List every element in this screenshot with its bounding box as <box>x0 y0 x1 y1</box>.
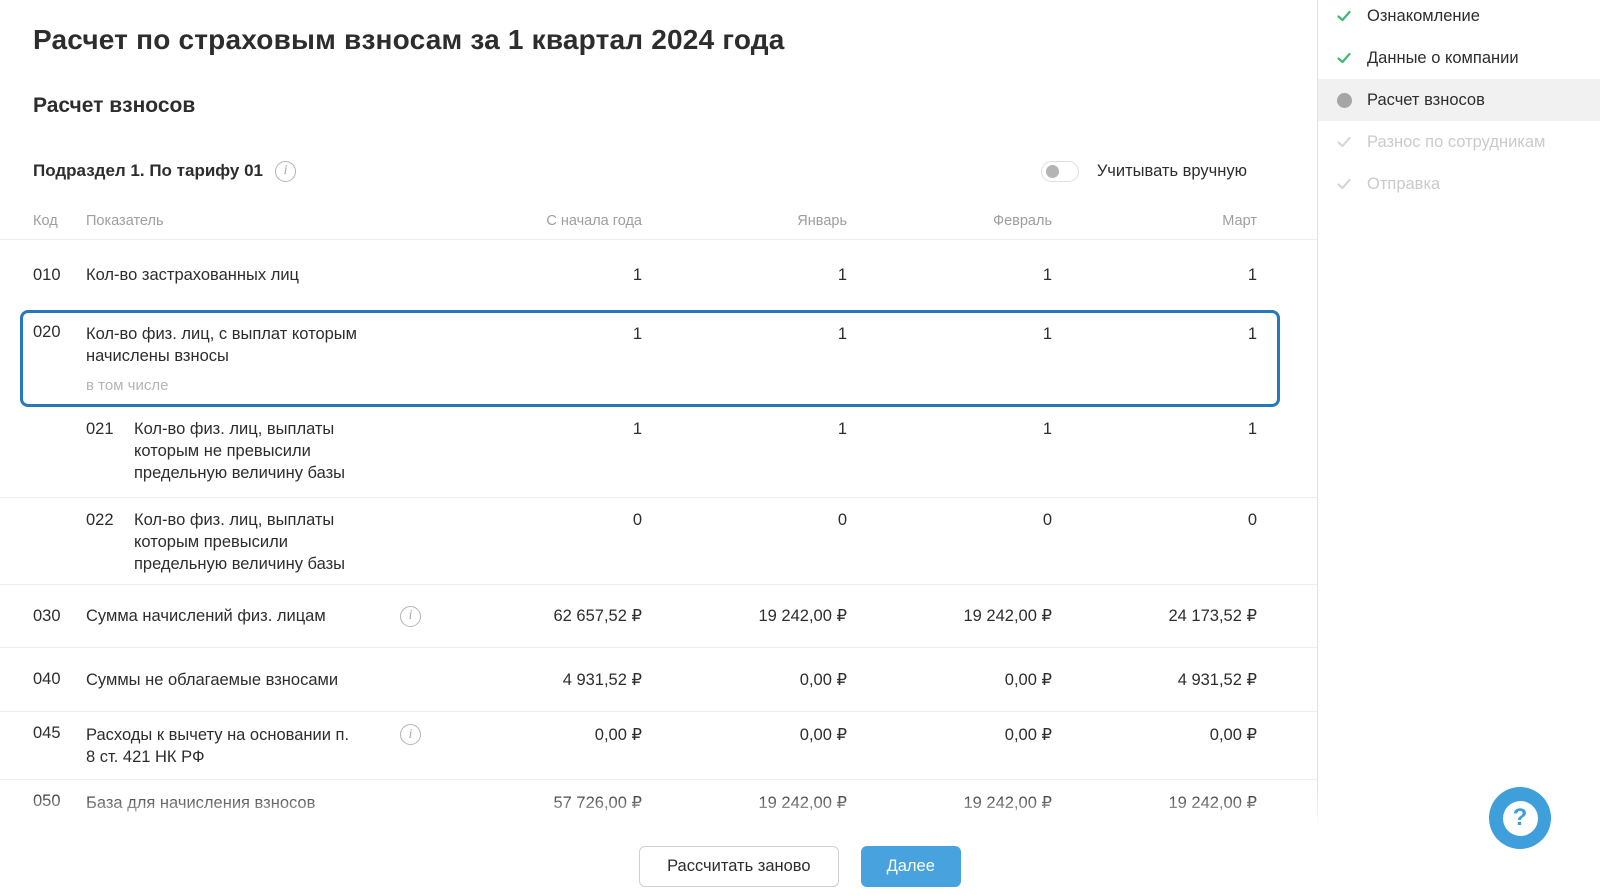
value-ytd: 1 <box>632 420 642 438</box>
value-ytd: 1 <box>632 266 642 284</box>
value-march: 0 <box>1247 511 1257 529</box>
row-code: 040 <box>33 670 61 688</box>
step-submission: Отправка <box>1318 163 1600 205</box>
row-note: в том числе <box>86 377 169 394</box>
col-header-indicator: Показатель <box>86 212 164 229</box>
value-february: 0 <box>1042 511 1052 529</box>
col-header-february: Февраль <box>993 212 1052 229</box>
step-company-data[interactable]: Данные о компании <box>1318 37 1600 79</box>
value-ytd: 0,00 ₽ <box>594 726 642 744</box>
check-icon <box>1334 174 1354 194</box>
value-february: 19 242,00 ₽ <box>963 607 1053 625</box>
value-march: 4 931,52 ₽ <box>1177 670 1257 689</box>
col-header-march: Март <box>1222 212 1257 229</box>
footer-fade-overlay <box>0 792 1600 831</box>
value-february: 0,00 ₽ <box>1004 670 1052 689</box>
recalculate-button[interactable]: Рассчитать заново <box>639 846 839 887</box>
row-label: Расходы к вычету на основании п. 8 ст. 4… <box>86 726 350 766</box>
value-january: 1 <box>837 325 847 343</box>
row-code: 045 <box>33 724 61 742</box>
row-label: 021 Кол-во физ. лиц, выплаты которым не … <box>86 420 346 482</box>
value-march: 1 <box>1247 420 1257 438</box>
info-icon[interactable]: i <box>275 160 297 182</box>
col-header-ytd: С начала года <box>546 212 642 229</box>
insurance-contributions-wizard: Расчет по страховым взносам за 1 квартал… <box>0 0 1600 895</box>
table-row-021[interactable]: 021 Кол-во физ. лиц, выплаты которым не … <box>0 407 1317 498</box>
table-header-row: Код Показатель С начала года Январь Февр… <box>0 202 1317 240</box>
step-label: Отправка <box>1367 174 1441 193</box>
step-acquaintance[interactable]: Ознакомление <box>1318 0 1600 37</box>
row-label: Суммы не облагаемые взносами <box>86 670 339 689</box>
row-label: 022 Кол-во физ. лиц, выплаты которым пре… <box>86 511 346 573</box>
value-february: 0,00 ₽ <box>1004 726 1052 744</box>
step-label: Данные о компании <box>1367 48 1519 67</box>
row-label: Кол-во застрахованных лиц <box>86 266 300 284</box>
value-january: 0,00 ₽ <box>799 670 847 689</box>
current-step-dot-icon <box>1334 90 1354 110</box>
step-label: Расчет взносов <box>1367 90 1485 109</box>
manual-mode-toggle[interactable] <box>1040 160 1079 182</box>
table-row-022[interactable]: 022 Кол-во физ. лиц, выплаты которым пре… <box>0 498 1317 585</box>
page-title: Расчет по страховым взносам за 1 квартал… <box>33 24 785 55</box>
value-january: 0 <box>837 511 847 529</box>
check-icon <box>1334 6 1354 26</box>
subsection-header: Подраздел 1. По тарифу 01 i <box>33 160 297 182</box>
footer-action-bar: Рассчитать заново Далее <box>0 831 1600 895</box>
subsection-title: Подраздел 1. По тарифу 01 <box>33 161 264 180</box>
value-march: 1 <box>1247 325 1257 343</box>
check-icon <box>1334 132 1354 152</box>
info-icon[interactable]: i <box>400 605 421 627</box>
value-january: 1 <box>837 266 847 284</box>
question-mark-icon: ? <box>1502 800 1538 836</box>
info-icon[interactable]: i <box>400 724 421 745</box>
wizard-steps-sidebar: Ознакомление Данные о компании Расчет вз… <box>1317 0 1600 831</box>
value-january: 0,00 ₽ <box>799 726 847 744</box>
value-february: 1 <box>1042 325 1052 343</box>
value-ytd: 0 <box>632 511 642 529</box>
table-row-040[interactable]: 040 Суммы не облагаемые взносами 4 931,5… <box>0 648 1317 712</box>
value-march: 0,00 ₽ <box>1209 726 1257 744</box>
row-label: Кол-во физ. лиц, с выплат которым начисл… <box>86 323 400 397</box>
value-january: 1 <box>837 420 847 438</box>
value-ytd: 62 657,52 ₽ <box>553 607 643 625</box>
value-ytd: 4 931,52 ₽ <box>562 670 642 689</box>
toggle-knob <box>1045 164 1059 178</box>
table-row-030[interactable]: 030 Сумма начислений физ. лицам i 62 657… <box>0 585 1317 648</box>
row-label: Сумма начислений физ. лицам <box>86 607 326 625</box>
manual-toggle-group: Учитывать вручную <box>1040 160 1247 182</box>
step-contribution-calc[interactable]: Расчет взносов <box>1318 79 1600 121</box>
manual-toggle-label: Учитывать вручную <box>1096 161 1247 180</box>
step-employee-breakdown: Разнос по сотрудникам <box>1318 121 1600 163</box>
section-title: Расчет взносов <box>33 94 196 117</box>
step-label: Ознакомление <box>1367 6 1480 25</box>
steps-list: Ознакомление Данные о компании Расчет вз… <box>1318 0 1600 205</box>
col-header-january: Январь <box>797 212 847 229</box>
main-content: Расчет по страховым взносам за 1 квартал… <box>0 0 1317 895</box>
subsection-bar: Подраздел 1. По тарифу 01 i Учитывать вр… <box>33 156 1247 186</box>
col-header-code: Код <box>33 212 58 229</box>
check-icon <box>1334 48 1354 68</box>
row-code: 020 <box>33 323 61 341</box>
value-march: 24 173,52 ₽ <box>1168 607 1258 625</box>
value-january: 19 242,00 ₽ <box>758 607 848 625</box>
table-row-045[interactable]: 045 Расходы к вычету на основании п. 8 с… <box>0 712 1317 780</box>
value-ytd: 1 <box>632 325 642 343</box>
row-code: 010 <box>33 265 61 284</box>
step-label: Разнос по сотрудникам <box>1367 132 1546 151</box>
row-code: 021 <box>86 420 114 438</box>
value-february: 1 <box>1042 420 1052 438</box>
next-button[interactable]: Далее <box>860 846 961 887</box>
value-march: 1 <box>1247 266 1257 284</box>
table-row-010[interactable]: 010 Кол-во застрахованных лиц 1 1 1 1 <box>0 240 1317 310</box>
row-code: 030 <box>33 606 61 625</box>
row-code: 022 <box>86 511 114 529</box>
help-button[interactable]: ? <box>1489 787 1551 849</box>
table-row-020-selected[interactable]: 020 Кол-во физ. лиц, с выплат которым на… <box>0 310 1317 407</box>
contributions-table: Код Показатель С начала года Январь Февр… <box>0 202 1317 844</box>
value-february: 1 <box>1042 266 1052 284</box>
